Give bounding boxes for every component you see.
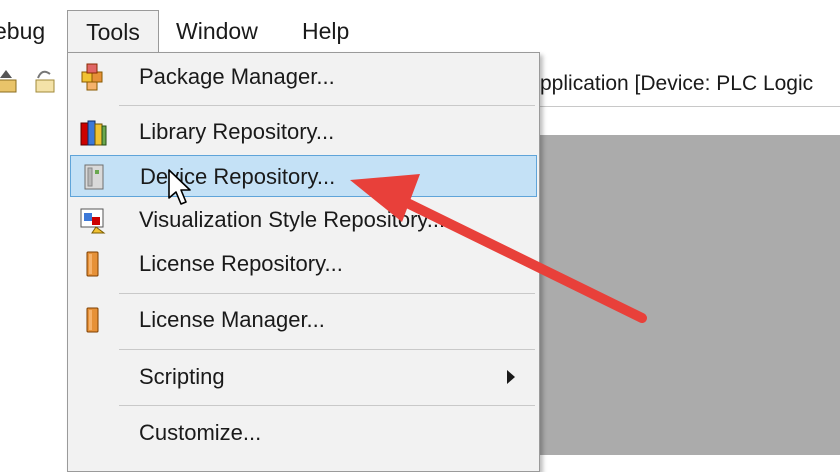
submenu-arrow-icon	[507, 370, 515, 384]
build-icon[interactable]	[0, 66, 24, 96]
menu-item-label: License Manager...	[139, 307, 325, 332]
menu-separator	[119, 349, 535, 350]
books-icon	[80, 120, 107, 146]
visualization-icon	[80, 208, 106, 234]
menu-separator	[119, 293, 535, 294]
menu-item-package-manager[interactable]: Package Manager...	[70, 56, 537, 98]
menu-help[interactable]: Help	[302, 10, 349, 52]
license-icon	[86, 307, 99, 333]
menu-separator	[119, 405, 535, 406]
license-icon	[86, 251, 99, 277]
menu-separator	[119, 105, 535, 106]
menu-item-customize[interactable]: Customize...	[70, 412, 537, 454]
editor-area[interactable]	[540, 135, 840, 455]
menu-item-label: Scripting	[139, 364, 225, 389]
menu-debug[interactable]: ebug	[0, 10, 45, 52]
menu-item-license-manager[interactable]: License Manager...	[70, 299, 537, 341]
title-divider	[540, 106, 840, 107]
menu-item-device-repository[interactable]: Device Repository...	[70, 155, 537, 197]
mouse-cursor-icon	[168, 169, 191, 205]
menu-item-visualization-style-repository[interactable]: Visualization Style Repository...	[70, 199, 537, 241]
device-icon	[84, 164, 104, 190]
tools-dropdown: Package Manager... Library Repository...…	[67, 52, 540, 472]
rebuild-icon[interactable]	[30, 66, 60, 96]
menu-item-label: Customize...	[139, 420, 262, 445]
menu-item-label: Library Repository...	[139, 119, 335, 144]
menu-item-scripting[interactable]: Scripting	[70, 356, 537, 398]
package-icon	[81, 63, 103, 91]
menu-tools[interactable]: Tools	[67, 10, 159, 54]
menu-item-label: Package Manager...	[139, 64, 335, 89]
editor-title: pplication [Device: PLC Logic	[540, 72, 814, 95]
menu-item-label: License Repository...	[139, 251, 343, 276]
menu-window[interactable]: Window	[176, 10, 258, 52]
menu-item-library-repository[interactable]: Library Repository...	[70, 111, 537, 153]
menu-item-license-repository[interactable]: License Repository...	[70, 243, 537, 285]
